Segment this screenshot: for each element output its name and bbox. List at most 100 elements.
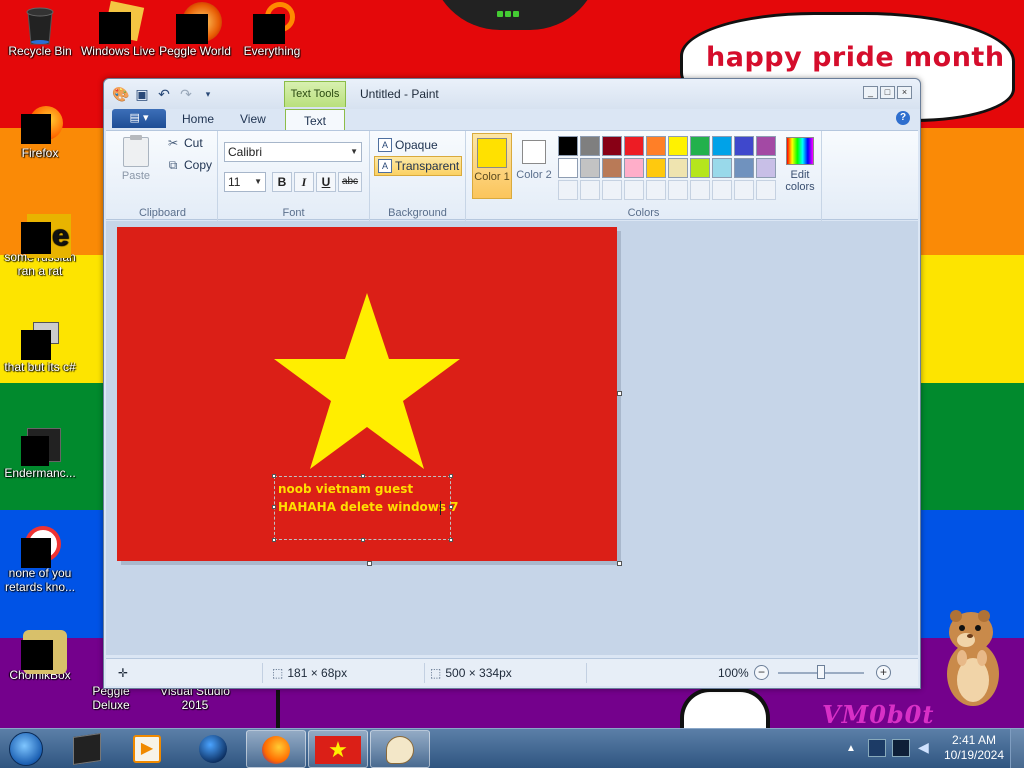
- taskbar-item-media-player[interactable]: ▶: [118, 730, 178, 768]
- maximize-button[interactable]: □: [880, 86, 895, 99]
- desktop-icon-windows-live[interactable]: Windows Live: [78, 0, 158, 58]
- start-button[interactable]: [4, 730, 48, 768]
- desktop-icon-that-but-csharp[interactable]: that but its c#: [0, 322, 80, 374]
- desktop-icon-endermanch[interactable]: Endermanc...: [0, 428, 80, 480]
- underline-button[interactable]: U: [316, 172, 336, 192]
- zoom-out-button[interactable]: −: [754, 665, 769, 680]
- palette-custom-slot[interactable]: [690, 180, 710, 200]
- resize-handle[interactable]: [361, 474, 365, 478]
- app-tray-icon[interactable]: [868, 739, 886, 757]
- undo-icon[interactable]: ↶: [156, 86, 172, 102]
- palette-color-swatch[interactable]: [558, 158, 578, 178]
- tab-home[interactable]: Home: [182, 112, 214, 126]
- taskbar-item-vietnam-flag[interactable]: ★: [308, 730, 368, 768]
- palette-color-swatch[interactable]: [624, 136, 644, 156]
- title-bar[interactable]: 🎨 ▣ ↶ ↷ ▾ Text Tools Untitled - Paint _ …: [104, 79, 920, 109]
- palette-custom-slot[interactable]: [624, 180, 644, 200]
- transparent-button[interactable]: A Transparent: [374, 156, 462, 176]
- help-icon[interactable]: ?: [896, 111, 910, 125]
- resize-handle[interactable]: [449, 538, 453, 542]
- desktop-icon-recycle-bin[interactable]: Recycle Bin: [0, 6, 80, 58]
- palette-custom-slot[interactable]: [668, 180, 688, 200]
- opaque-button[interactable]: A Opaque: [374, 135, 462, 155]
- drawing-canvas[interactable]: noob vietnam guest HAHAHA delete windows…: [117, 227, 617, 561]
- resize-handle[interactable]: [272, 474, 276, 478]
- palette-color-swatch[interactable]: [558, 136, 578, 156]
- palette-custom-slot[interactable]: [602, 180, 622, 200]
- resize-handle[interactable]: [272, 505, 276, 509]
- show-desktop-button[interactable]: [1010, 729, 1024, 768]
- palette-custom-slot[interactable]: [756, 180, 776, 200]
- palette-custom-slot[interactable]: [646, 180, 666, 200]
- paste-button[interactable]: Paste: [116, 135, 156, 189]
- taskbar-item-paint[interactable]: [370, 730, 430, 768]
- tab-view[interactable]: View: [240, 112, 266, 126]
- palette-color-swatch[interactable]: [734, 136, 754, 156]
- palette-color-swatch[interactable]: [756, 158, 776, 178]
- desktop-icon-everything[interactable]: Everything: [232, 2, 312, 58]
- cut-button[interactable]: ✂ Cut: [166, 134, 203, 152]
- color2-selector[interactable]: Color 2: [516, 133, 552, 199]
- palette-custom-slot[interactable]: [734, 180, 754, 200]
- palette-custom-slot[interactable]: [580, 180, 600, 200]
- desktop-icon-russian-rat[interactable]: e some russian ran a rat: [0, 212, 80, 278]
- palette-color-swatch[interactable]: [712, 136, 732, 156]
- edit-colors-button[interactable]: Edit colors: [782, 137, 818, 193]
- italic-button[interactable]: I: [294, 172, 314, 192]
- text-box[interactable]: noob vietnam guest HAHAHA delete windows…: [272, 474, 459, 542]
- canvas-resize-handle-corner[interactable]: [617, 561, 622, 566]
- copy-button[interactable]: ⧉ Copy: [166, 156, 212, 174]
- palette-color-swatch[interactable]: [690, 158, 710, 178]
- palette-color-swatch[interactable]: [624, 158, 644, 178]
- desktop-icon-peggle-world[interactable]: Peggle World: [155, 2, 235, 58]
- taskbar-item-terminal[interactable]: [58, 730, 118, 768]
- palette-custom-slot[interactable]: [712, 180, 732, 200]
- zoom-in-button[interactable]: +: [876, 665, 891, 680]
- palette-color-swatch[interactable]: [646, 158, 666, 178]
- palette-color-swatch[interactable]: [668, 136, 688, 156]
- palette-color-swatch[interactable]: [668, 158, 688, 178]
- font-family-dropdown[interactable]: Calibri ▼: [224, 142, 362, 162]
- palette-color-swatch[interactable]: [712, 158, 732, 178]
- resize-handle[interactable]: [449, 474, 453, 478]
- paint-app-icon[interactable]: 🎨: [112, 86, 129, 102]
- resize-handle[interactable]: [361, 538, 365, 542]
- desktop-icon-none-of-you[interactable]: none of you retards kno...: [0, 526, 80, 594]
- customize-qat-icon[interactable]: ▾: [200, 86, 216, 102]
- palette-color-swatch[interactable]: [602, 158, 622, 178]
- palette-color-swatch[interactable]: [734, 158, 754, 178]
- show-hidden-icons-icon[interactable]: ▲: [846, 743, 856, 754]
- resize-handle[interactable]: [272, 538, 276, 542]
- close-button[interactable]: ×: [897, 86, 912, 99]
- zoom-slider-thumb[interactable]: [817, 665, 825, 679]
- canvas-workspace[interactable]: noob vietnam guest HAHAHA delete windows…: [106, 221, 918, 655]
- color1-selector[interactable]: Color 1: [472, 133, 512, 199]
- palette-color-swatch[interactable]: [602, 136, 622, 156]
- palette-color-swatch[interactable]: [580, 158, 600, 178]
- bold-button[interactable]: B: [272, 172, 292, 192]
- palette-color-swatch[interactable]: [690, 136, 710, 156]
- tab-text[interactable]: Text: [285, 109, 345, 131]
- desktop-icon-chomikbox[interactable]: ChomikBox: [0, 630, 80, 682]
- redo-icon[interactable]: ↷: [178, 86, 194, 102]
- paint-menu-button[interactable]: ▤ ▾: [112, 109, 166, 128]
- clock[interactable]: 2:41 AM 10/19/2024: [942, 733, 1006, 763]
- canvas-resize-handle-right[interactable]: [617, 391, 622, 396]
- canvas-resize-handle-bottom[interactable]: [367, 561, 372, 566]
- minimize-button[interactable]: _: [863, 86, 878, 99]
- taskbar-item-firefox[interactable]: [246, 730, 306, 768]
- taskbar-item-globe[interactable]: [184, 730, 244, 768]
- volume-icon[interactable]: ◀: [918, 739, 929, 756]
- desktop-icon-firefox[interactable]: Firefox: [0, 106, 80, 160]
- palette-custom-slot[interactable]: [558, 180, 578, 200]
- palette-color-swatch[interactable]: [756, 136, 776, 156]
- palette-color-swatch[interactable]: [646, 136, 666, 156]
- palette-color-swatch[interactable]: [580, 136, 600, 156]
- save-icon[interactable]: ▣: [134, 86, 150, 102]
- strikethrough-button[interactable]: abc: [338, 172, 362, 192]
- font-size-dropdown[interactable]: 11 ▼: [224, 172, 266, 192]
- opaque-icon: A: [378, 138, 392, 152]
- network-icon[interactable]: [892, 739, 910, 757]
- star-shape: [274, 293, 460, 469]
- globe-icon: [199, 735, 227, 763]
